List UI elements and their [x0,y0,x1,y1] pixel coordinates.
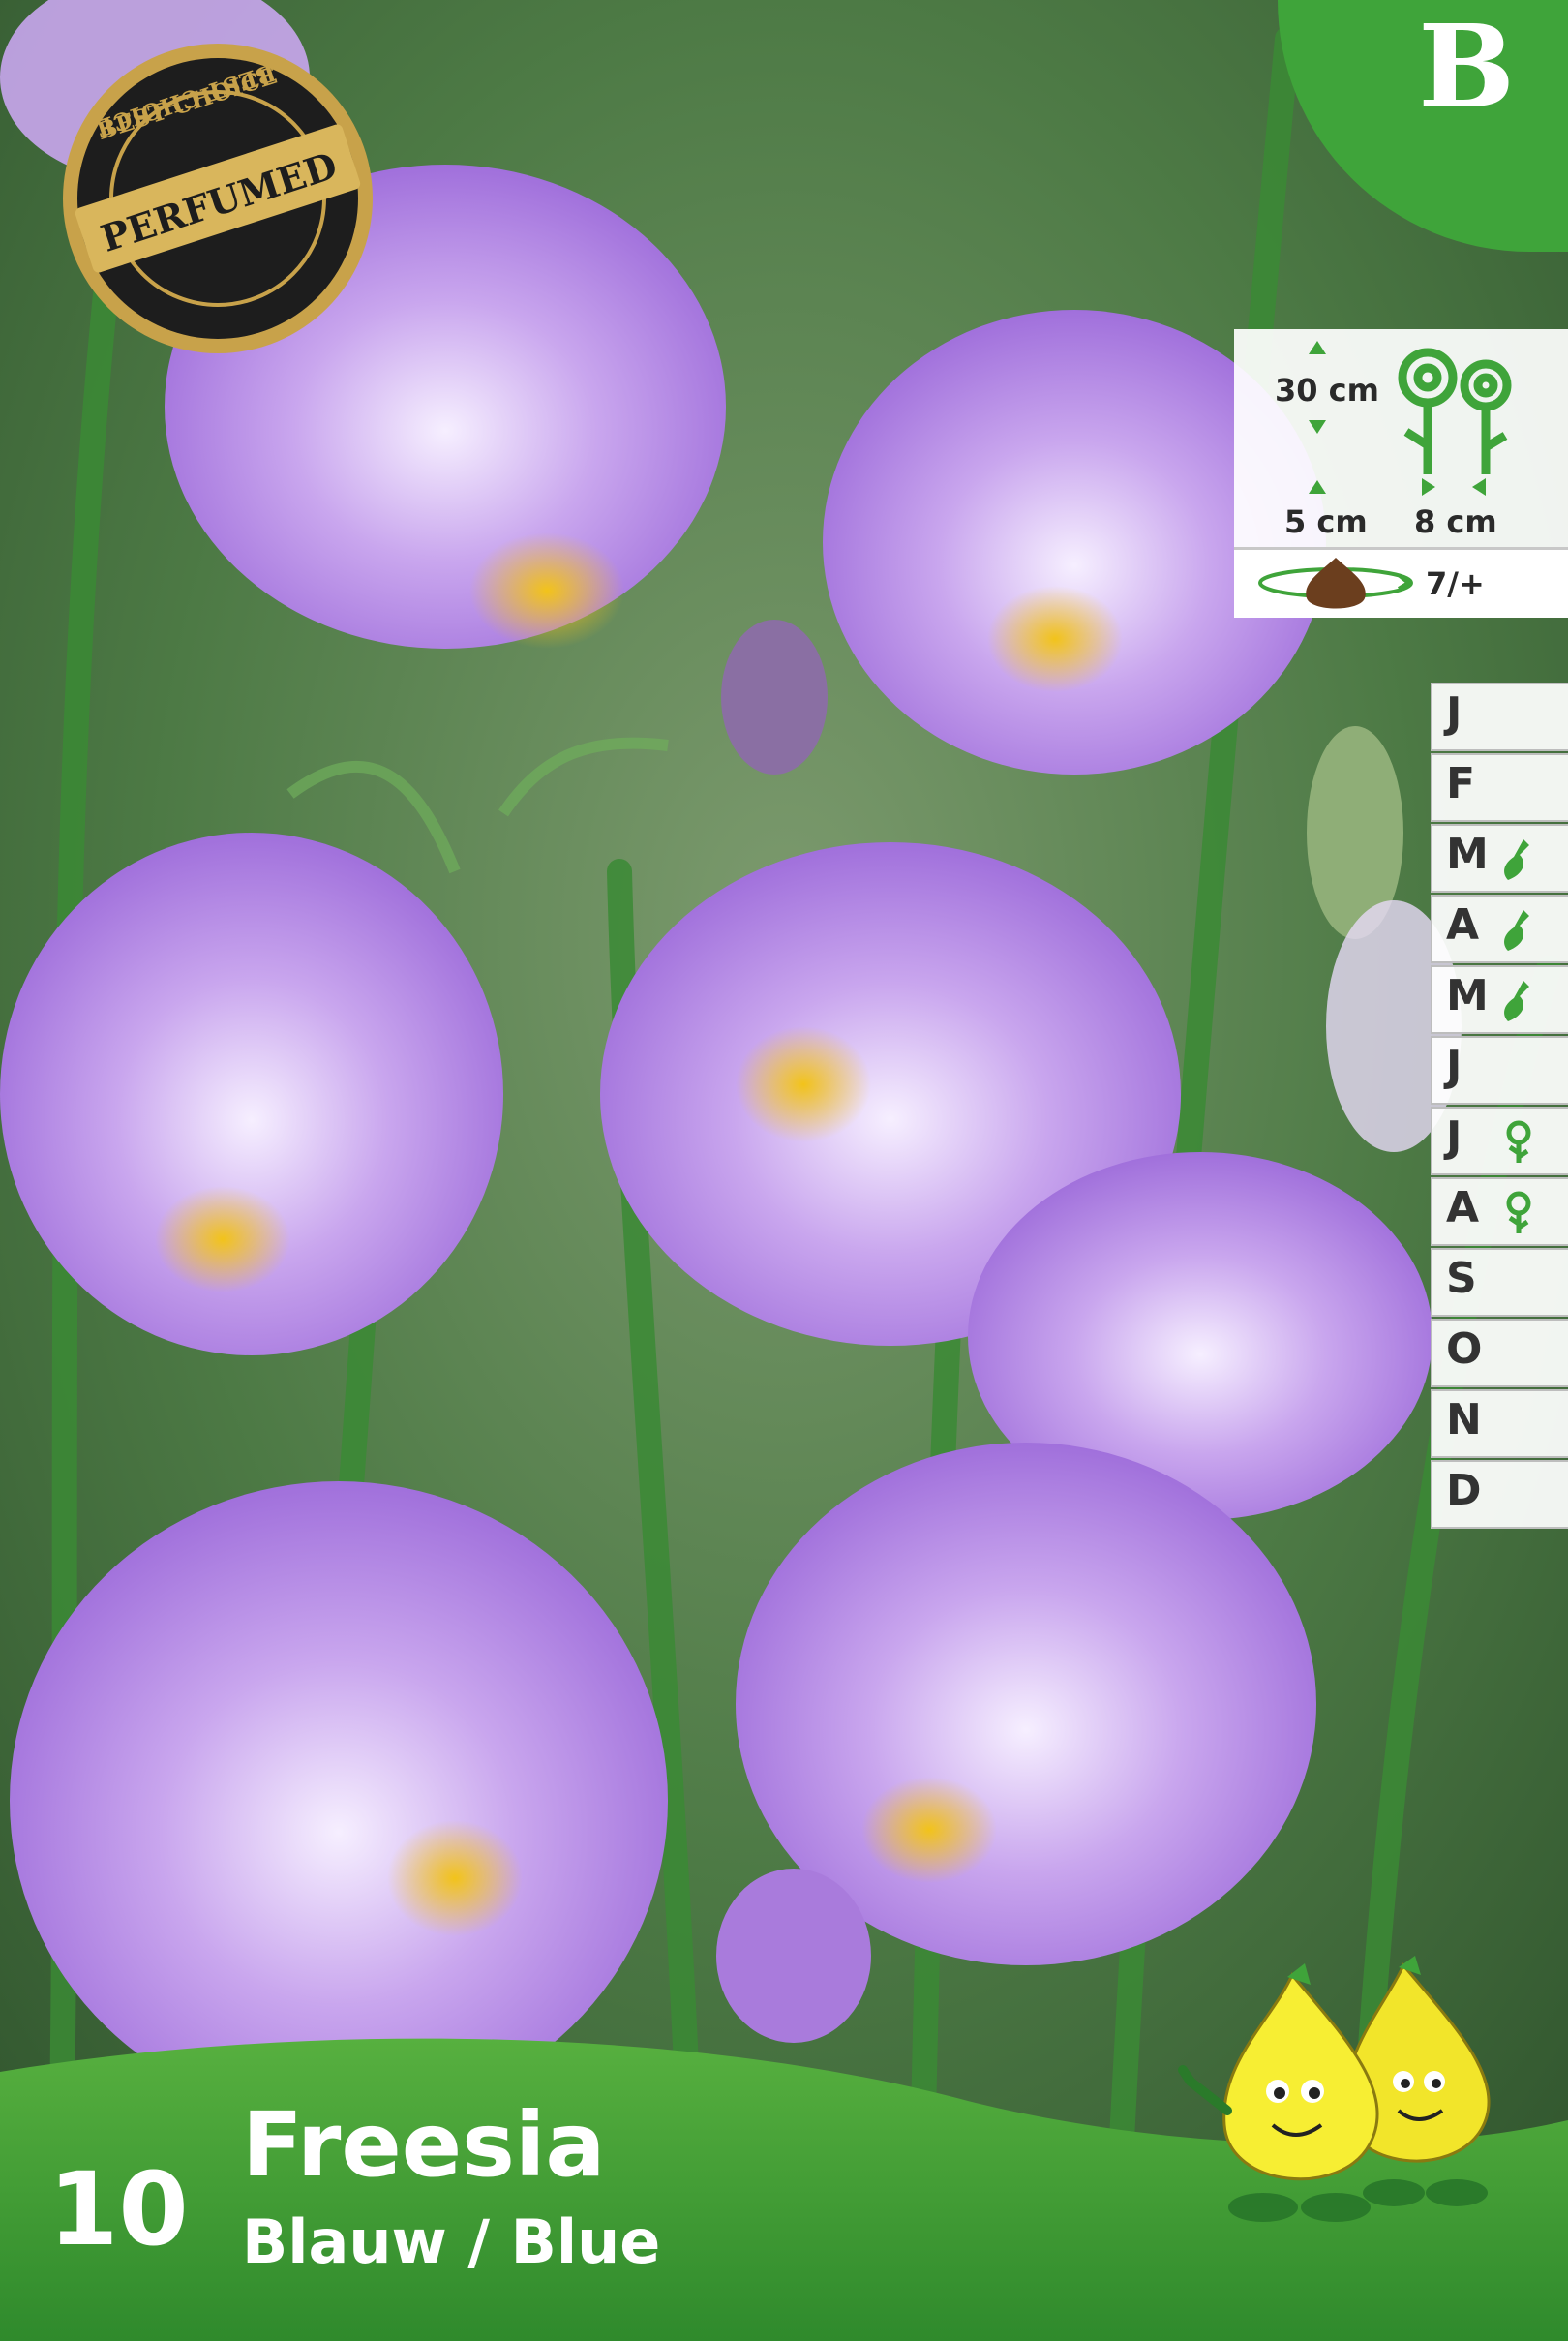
arrow-up-icon [1309,341,1326,354]
month-row: A [1431,1177,1568,1246]
spacing-value: 8 cm [1414,503,1497,540]
month-row: D [1431,1460,1568,1529]
bulb-icon [1258,558,1413,609]
month-row: M [1431,824,1568,893]
month-row: N [1431,1389,1568,1458]
arrow-up-icon [1309,480,1326,494]
trowel-icon [1504,910,1529,951]
month-row: S [1431,1248,1568,1317]
month-letter: J [1446,1042,1462,1091]
class-letter: B [1418,0,1515,134]
trowel-icon [1504,839,1529,880]
month-row: O [1431,1319,1568,1387]
month-row: J [1431,683,1568,751]
month-letter: M [1446,830,1489,879]
month-letter: O [1446,1324,1483,1374]
bulb-mascot-logo [1178,1956,1491,2222]
spacing-flowers-icon [1398,348,1512,474]
month-letter: A [1446,1183,1480,1232]
arrow-down-icon [1309,420,1326,434]
product-name: Freesia [242,2093,606,2197]
month-calendar: J F M A M J J A S O N D [1431,683,1568,1531]
bulb-size-value: 7/+ [1426,565,1485,602]
product-card: PERFUMED BEST CHOICE BEST CHOICE B 30 cm… [0,0,1568,2341]
trowel-icon [1504,981,1529,1021]
month-letter: F [1446,759,1476,808]
arrow-right-icon [1422,478,1435,496]
month-letter: J [1446,1112,1462,1162]
month-letter: S [1446,1254,1477,1303]
product-variety: Blauw / Blue [242,2206,661,2277]
depth-value: 5 cm [1284,503,1368,540]
month-row: F [1431,753,1568,822]
arrow-left-icon [1472,478,1486,496]
month-letter: D [1446,1466,1482,1515]
month-row: J [1431,1036,1568,1105]
month-letter: A [1446,900,1480,950]
month-row: M [1431,965,1568,1034]
bulb-count: 10 [48,2150,189,2268]
flower-icon [1506,1120,1531,1163]
flower-icon [1506,1191,1531,1233]
month-row: J [1431,1107,1568,1175]
month-row: A [1431,895,1568,963]
perfumed-seal: PERFUMED BEST CHOICE BEST CHOICE [63,44,373,353]
planting-dimensions: 30 cm 5 cm 8 cm [1234,329,1568,547]
month-letter: M [1446,971,1489,1020]
height-value: 30 cm [1275,372,1379,409]
bulb-size-row: 7/+ [1234,547,1568,618]
month-letter: J [1446,688,1462,738]
planting-info-panel: 30 cm 5 cm 8 cm 7/+ [1234,329,1568,618]
month-letter: N [1446,1395,1482,1444]
